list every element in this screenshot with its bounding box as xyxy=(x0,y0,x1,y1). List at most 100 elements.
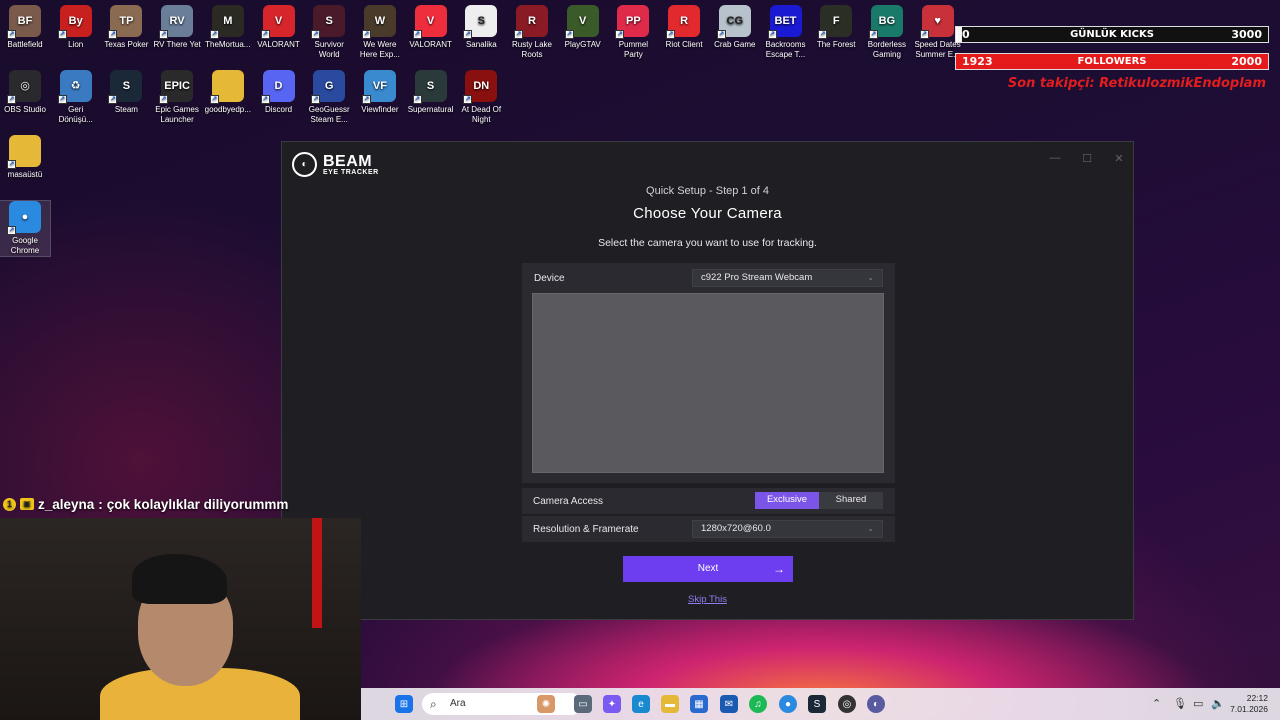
last-follower-text: Son takipçi: RetikulozmikEndoplam xyxy=(1007,76,1266,91)
camera-access-toggle: Exclusive Shared xyxy=(755,492,883,509)
app-icon: ♻ ↗ xyxy=(57,70,92,104)
desktop-icon[interactable]: BET ↗ Backrooms Escape T... xyxy=(761,5,811,60)
microphone-icon[interactable]: 🎙 xyxy=(1173,688,1187,720)
followers-bar: 1923 FOLLOWERS 2000 xyxy=(955,53,1269,70)
desktop-icon-label: Survivor World xyxy=(314,40,344,59)
desktop-icon[interactable]: R ↗ Rusty Lake Roots xyxy=(507,5,557,60)
resolution-row: Resolution & Framerate 1280x720@60.0 ⌄ xyxy=(522,516,895,542)
chevron-up-icon[interactable]: ⌃ xyxy=(1152,688,1161,720)
desktop-icon[interactable]: BG ↗ Borderless Gaming xyxy=(862,5,912,60)
app-icon: EPIC ↗ xyxy=(159,70,194,104)
app-icon: ♥ ↗ xyxy=(919,5,954,39)
beam-brand: BEAM xyxy=(323,152,373,170)
desktop-icon[interactable]: ↗ masaüstü xyxy=(0,135,50,180)
desktop-icon[interactable]: VF ↗ Viewfinder xyxy=(355,70,405,115)
desktop-icon[interactable]: ◎ ↗ OBS Studio xyxy=(0,70,50,115)
next-button-label: Next xyxy=(697,563,719,574)
camera-panel: Device c922 Pro Stream Webcam ⌄ xyxy=(522,263,895,483)
app-icon: CG ↗ xyxy=(716,5,751,39)
desktop-icon[interactable]: BF ↗ Battlefield xyxy=(0,5,50,50)
desktop-icon[interactable]: D ↗ Discord xyxy=(254,70,304,115)
desktop-icon-label: Discord xyxy=(264,105,293,114)
desktop-icon-label: Sanalika xyxy=(465,40,497,49)
next-button[interactable]: Next → xyxy=(623,556,793,582)
minimize-icon[interactable]: — xyxy=(1048,152,1062,164)
maximize-icon[interactable]: ☐ xyxy=(1080,152,1094,165)
volume-icon[interactable]: 🔈 xyxy=(1211,688,1225,720)
access-shared-button[interactable]: Shared xyxy=(819,492,883,509)
display-icon[interactable]: ▭ xyxy=(1193,688,1203,720)
desktop-icon-label: GeoGuessr Steam E... xyxy=(308,105,350,124)
desktop-icon[interactable]: F ↗ The Forest xyxy=(811,5,861,50)
kicks-label: GÜNLÜK KICKS xyxy=(1070,29,1154,40)
shortcut-arrow-icon: ↗ xyxy=(209,30,219,39)
desktop-icon[interactable]: V ↗ VALORANT xyxy=(254,5,304,50)
beam-taskbar-icon[interactable]: ◐ xyxy=(867,695,885,713)
store-icon[interactable]: ▦ xyxy=(690,695,708,713)
webcam-light xyxy=(312,518,322,628)
skip-link[interactable]: Skip This xyxy=(282,594,1133,605)
task-view-icon[interactable]: ▭ xyxy=(574,695,592,713)
spotify-icon[interactable]: ♫ xyxy=(749,695,767,713)
chevron-down-icon: ⌄ xyxy=(867,524,874,533)
mail-icon[interactable]: ✉ xyxy=(720,695,738,713)
desktop-icon[interactable]: W ↗ We Were Here Exp... xyxy=(355,5,405,60)
desktop-icon[interactable]: R ↗ Riot Client xyxy=(659,5,709,50)
desktop-icon[interactable]: EPIC ↗ Epic Games Launcher xyxy=(152,70,202,125)
chrome-icon[interactable]: ● xyxy=(779,695,797,713)
desktop-icon[interactable]: ♻ ↗ Geri Dönüşü... xyxy=(51,70,101,125)
resolution-dropdown[interactable]: 1280x720@60.0 ⌄ xyxy=(692,520,883,538)
copilot-icon[interactable]: ✦ xyxy=(603,695,621,713)
search-icon: ⌕ xyxy=(430,697,437,711)
desktop-icon[interactable]: V ↗ VALORANT xyxy=(406,5,456,50)
desktop-icon[interactable]: RV ↗ RV There Yet xyxy=(152,5,202,50)
daily-kicks-bar: 0 GÜNLÜK KICKS 3000 xyxy=(955,26,1269,43)
desktop-icon[interactable]: ● ↗ Google Chrome xyxy=(0,200,51,257)
chat-separator: : xyxy=(98,496,103,512)
obs-icon[interactable]: ◎ xyxy=(838,695,856,713)
followers-goal: 2000 xyxy=(1231,55,1262,68)
shortcut-arrow-icon: ↗ xyxy=(159,95,169,104)
desktop-icon[interactable]: DN ↗ At Dead Of Night xyxy=(456,70,506,125)
desktop-icon[interactable]: G ↗ GeoGuessr Steam E... xyxy=(304,70,354,125)
taskbar-search[interactable]: ⌕ Ara xyxy=(422,693,582,715)
desktop-icon[interactable]: S ↗ Survivor World xyxy=(304,5,354,60)
desktop-icon[interactable]: S ↗ Supernatural xyxy=(406,70,456,115)
desktop-icon[interactable]: By ↗ Lion xyxy=(51,5,101,50)
desktop-icon[interactable]: CG ↗ Crab Game xyxy=(710,5,760,50)
desktop-icon-label: The Forest xyxy=(816,40,856,49)
desktop-icon[interactable]: S ↗ Sanalika xyxy=(456,5,506,50)
search-highlight-icon[interactable]: ✺ xyxy=(537,695,555,713)
badge-icon: 1 xyxy=(3,497,16,511)
device-dropdown[interactable]: c922 Pro Stream Webcam ⌄ xyxy=(692,269,883,287)
shortcut-arrow-icon: ↗ xyxy=(260,95,270,104)
shortcut-arrow-icon: ↗ xyxy=(7,160,16,169)
desktop-icon[interactable]: S ↗ Steam xyxy=(101,70,151,115)
close-icon[interactable]: ✕ xyxy=(1112,152,1126,165)
desktop-icon[interactable]: ↗ goodbyedp... xyxy=(203,70,253,115)
access-exclusive-button[interactable]: Exclusive xyxy=(755,492,819,509)
desktop-icon[interactable]: M ↗ TheMortua... xyxy=(203,5,253,50)
windows-start-icon[interactable]: ⊞ xyxy=(395,695,413,713)
app-icon: G ↗ xyxy=(311,70,346,104)
shortcut-arrow-icon: ↗ xyxy=(666,30,676,39)
shortcut-arrow-icon: ↗ xyxy=(564,30,574,39)
edge-icon[interactable]: e xyxy=(632,695,650,713)
followers-label: FOLLOWERS xyxy=(1077,56,1147,67)
shortcut-arrow-icon: ↗ xyxy=(463,95,473,104)
beam-logo-icon: ◐ xyxy=(292,152,317,177)
shortcut-arrow-icon: ↗ xyxy=(716,30,726,39)
app-icon: V ↗ xyxy=(564,5,599,39)
beam-brand-sub: EYE TRACKER xyxy=(323,168,379,176)
desktop-icon[interactable]: PP ↗ Pummel Party xyxy=(608,5,658,60)
kicks-goal: 3000 xyxy=(1231,28,1262,41)
shortcut-arrow-icon: ↗ xyxy=(260,30,270,39)
shortcut-arrow-icon: ↗ xyxy=(209,95,219,104)
file-explorer-icon[interactable]: ▬ xyxy=(661,695,679,713)
desktop-icon[interactable]: V ↗ PlayGTAV xyxy=(558,5,608,50)
shortcut-arrow-icon: ↗ xyxy=(108,30,118,39)
taskbar-clock[interactable]: 22:12 7.01.2026 xyxy=(1230,693,1268,715)
desktop-icon-label: Viewfinder xyxy=(361,105,399,114)
desktop-icon[interactable]: TP ↗ Texas Poker xyxy=(101,5,151,50)
steam-icon[interactable]: S xyxy=(808,695,826,713)
